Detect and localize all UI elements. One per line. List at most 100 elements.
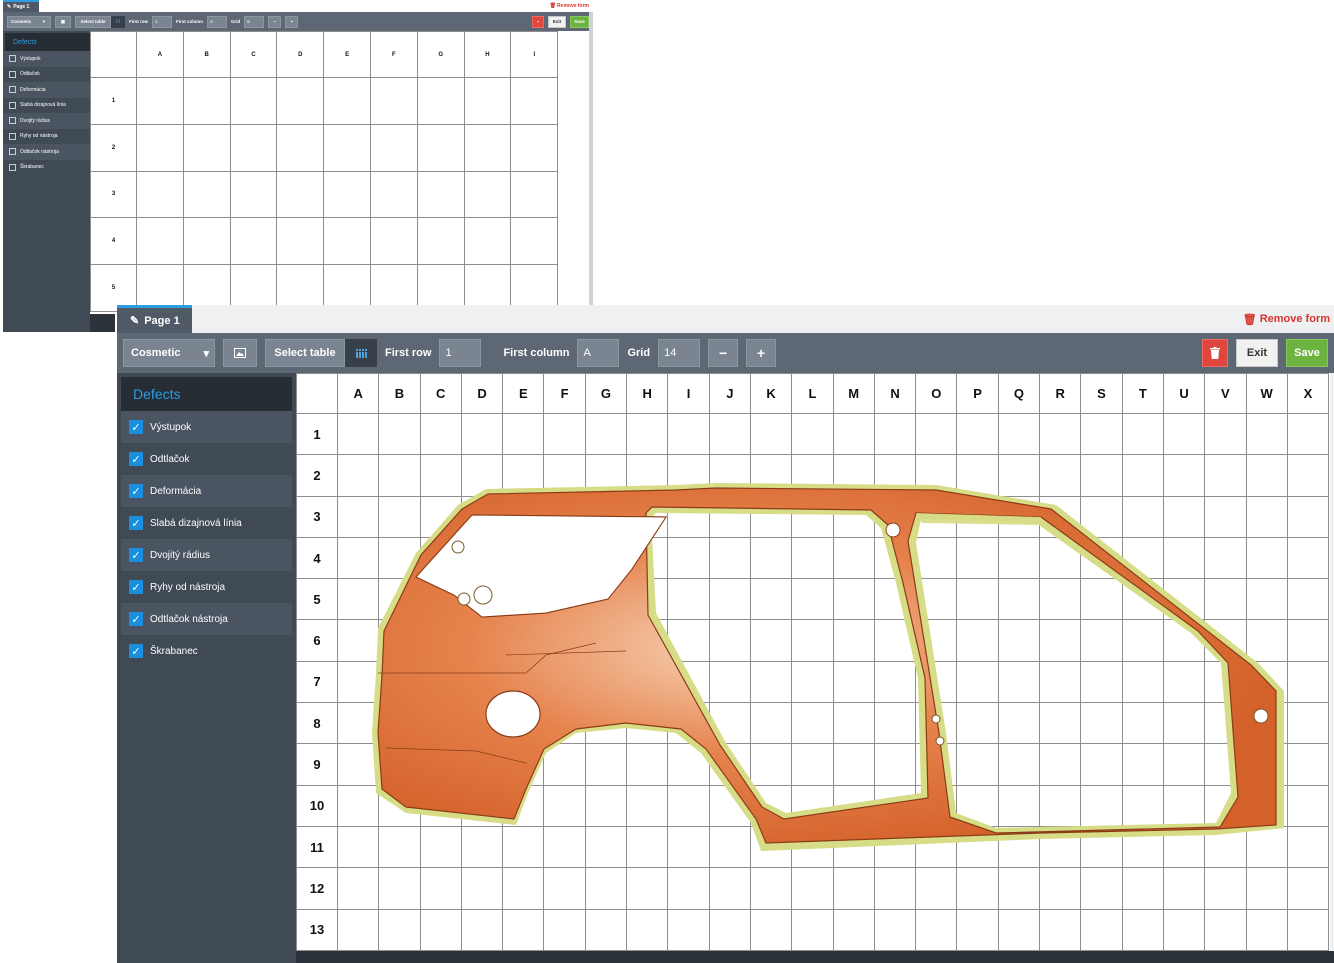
grid-cell[interactable]	[997, 495, 1041, 538]
grid-cell[interactable]	[791, 495, 834, 538]
grid-cell[interactable]	[1162, 702, 1206, 745]
grid-cell[interactable]	[502, 867, 545, 910]
grid-cell[interactable]	[667, 660, 710, 704]
grid-cell[interactable]	[584, 536, 628, 580]
grid-cell[interactable]	[915, 536, 958, 580]
grid-cell[interactable]	[419, 784, 462, 827]
grid-cell[interactable]	[543, 578, 586, 621]
back-grid-input[interactable]: 6	[244, 15, 265, 28]
front-select-table-button[interactable]: Select table	[265, 339, 345, 367]
grid-cell[interactable]	[626, 578, 669, 621]
grid-cell[interactable]	[463, 217, 512, 266]
grid-cell[interactable]	[667, 412, 710, 456]
grid-cell[interactable]	[323, 77, 371, 125]
grid-cell[interactable]	[791, 660, 834, 704]
grid-cell[interactable]	[956, 660, 999, 704]
grid-cell[interactable]	[182, 170, 231, 219]
grid-cell[interactable]	[832, 619, 875, 662]
grid-cell[interactable]	[419, 495, 462, 538]
defect-item[interactable]: ✓ Dvojitý rádius	[121, 539, 292, 571]
grid-cell[interactable]	[136, 170, 184, 219]
grid-cell[interactable]	[502, 619, 545, 662]
defect-checkbox[interactable]	[9, 86, 16, 94]
grid-cell[interactable]	[276, 170, 325, 219]
grid-cell[interactable]	[1080, 619, 1123, 662]
grid-cell[interactable]	[667, 867, 710, 910]
grid-cell[interactable]	[1162, 784, 1206, 827]
defect-checkbox[interactable]	[9, 163, 16, 171]
grid-cell[interactable]	[1286, 784, 1330, 827]
grid-cell[interactable]	[460, 536, 504, 580]
defect-checkbox[interactable]: ✓	[129, 484, 143, 498]
grid-cell[interactable]	[378, 867, 421, 910]
grid-cell[interactable]	[1245, 908, 1288, 951]
grid-cell[interactable]	[873, 412, 917, 456]
grid-cell[interactable]	[956, 495, 999, 538]
grid-cell[interactable]	[419, 660, 462, 704]
grid-cell[interactable]	[419, 702, 462, 745]
grid-cell[interactable]	[749, 660, 793, 704]
grid-cell[interactable]	[956, 536, 999, 580]
grid-cell[interactable]	[323, 123, 371, 172]
grid-cell[interactable]	[543, 908, 586, 951]
grid-cell[interactable]	[1162, 867, 1206, 910]
grid-cell[interactable]	[708, 867, 751, 910]
grid-cell[interactable]	[832, 578, 875, 621]
grid-cell[interactable]	[1286, 536, 1330, 580]
grid-cell[interactable]	[1162, 578, 1206, 621]
grid-cell[interactable]	[626, 412, 669, 456]
grid-cell[interactable]	[915, 825, 958, 869]
grid-cell[interactable]	[543, 619, 586, 662]
grid-cell[interactable]	[873, 660, 917, 704]
grid-cell[interactable]	[708, 743, 751, 786]
grid-cell[interactable]	[791, 825, 834, 869]
front-form-type-select[interactable]: Cosmetic ▾	[123, 339, 215, 367]
back-save-button[interactable]: Save	[570, 15, 589, 28]
front-first-column-input[interactable]: A	[577, 339, 620, 367]
grid-cell[interactable]	[832, 454, 875, 497]
grid-cell[interactable]	[873, 578, 917, 621]
defect-item[interactable]: ✓ Odtlačok	[121, 443, 292, 475]
grid-cell[interactable]	[1039, 536, 1082, 580]
grid-cell[interactable]	[832, 743, 875, 786]
grid-cell[interactable]	[419, 743, 462, 786]
grid-cell[interactable]	[460, 495, 504, 538]
front-page-tab[interactable]: ✎ Page 1	[117, 305, 192, 333]
grid-cell[interactable]	[584, 619, 628, 662]
grid-cell[interactable]	[1039, 412, 1082, 456]
grid-cell[interactable]	[378, 702, 421, 745]
grid-cell[interactable]	[1039, 743, 1082, 786]
grid-cell[interactable]	[543, 867, 586, 910]
grid-cell[interactable]	[873, 702, 917, 745]
back-remove-form-link[interactable]: 🗑 Remove form	[550, 0, 589, 12]
grid-cell[interactable]	[1080, 784, 1123, 827]
grid-cell[interactable]	[749, 536, 793, 580]
defect-item[interactable]: Odtlačok	[3, 67, 90, 83]
grid-cell[interactable]	[873, 908, 917, 951]
grid-cell[interactable]	[463, 170, 512, 219]
grid-cell[interactable]	[229, 170, 278, 219]
grid-cell[interactable]	[791, 702, 834, 745]
grid-cell[interactable]	[997, 702, 1041, 745]
grid-cell[interactable]	[1080, 578, 1123, 621]
grid-cell[interactable]	[1204, 825, 1247, 869]
grid-cell[interactable]	[1286, 702, 1330, 745]
grid-cell[interactable]	[1121, 660, 1164, 704]
grid-cell[interactable]	[626, 702, 669, 745]
grid-cell[interactable]	[956, 702, 999, 745]
grid-cell[interactable]	[416, 170, 465, 219]
defect-item[interactable]: Škrabanec	[3, 160, 90, 176]
grid-cell[interactable]	[1162, 495, 1206, 538]
grid-cell[interactable]	[667, 908, 710, 951]
grid-cell[interactable]	[1245, 825, 1288, 869]
grid-cell[interactable]	[1286, 825, 1330, 869]
grid-cell[interactable]	[1286, 412, 1330, 456]
grid-cell[interactable]	[323, 217, 371, 266]
defect-item[interactable]: Výstupok	[3, 51, 90, 67]
grid-cell[interactable]	[915, 867, 958, 910]
grid-cell[interactable]	[626, 784, 669, 827]
grid-cell[interactable]	[667, 743, 710, 786]
grid-cell[interactable]	[1080, 454, 1123, 497]
grid-cell[interactable]	[997, 825, 1041, 869]
grid-cell[interactable]	[1204, 536, 1247, 580]
